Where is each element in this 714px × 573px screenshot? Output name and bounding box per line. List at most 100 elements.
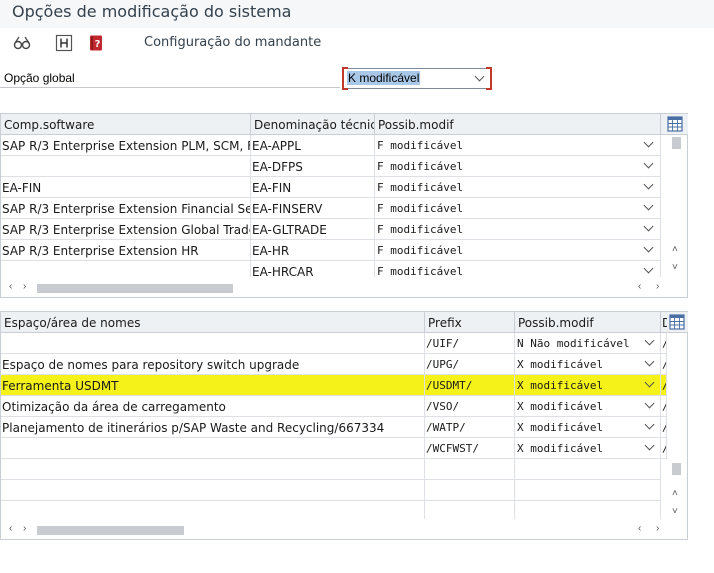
chevron-down-icon: [644, 335, 655, 346]
scroll-left-icon[interactable]: ‹: [9, 524, 12, 534]
focus-bracket-left: [342, 67, 348, 90]
chevron-down-icon: [643, 242, 654, 253]
title-bar: Opções de modificação do sistema: [0, 0, 714, 28]
scroll-down-icon[interactable]: ˅: [672, 507, 678, 517]
chevron-down-icon: [643, 158, 654, 169]
table-cell-tech[interactable]: EA-DFPS: [251, 156, 375, 177]
chevron-down-icon: [644, 356, 655, 367]
column-header-prefix[interactable]: Prefix: [425, 312, 515, 333]
scroll-right-icon[interactable]: ›: [656, 524, 659, 534]
table-cell-tech[interactable]: EA-HR: [251, 240, 375, 261]
table-cell-prefix[interactable]: /UPG/: [425, 354, 515, 375]
table-cell-comp[interactable]: [1, 156, 251, 177]
table-cell-prefix[interactable]: /VSO/: [425, 396, 515, 417]
mod-select-value: X modificável: [517, 358, 604, 371]
vertical-scrollbar[interactable]: ˄ ˅: [667, 135, 687, 274]
scroll-up-icon[interactable]: ˄: [672, 245, 678, 255]
column-header-namespace[interactable]: Espaço/área de nomes: [1, 312, 425, 333]
table-cell-tech[interactable]: EA-FINSERV: [251, 198, 375, 219]
table-settings-icon[interactable]: [667, 116, 683, 132]
mod-select[interactable]: F modificável: [375, 156, 661, 177]
mod-select-value: F modificável: [377, 244, 464, 257]
vertical-scrollbar[interactable]: ˄ ˅: [667, 333, 687, 518]
table-cell-tech[interactable]: EA-APPL: [251, 135, 375, 156]
help-book-icon[interactable]: ?: [85, 32, 107, 54]
column-header-comp[interactable]: Comp.software: [1, 114, 251, 135]
table-settings-header: [667, 312, 688, 333]
mod-select-value: X modificável: [517, 421, 604, 434]
global-option-select[interactable]: K modificável: [342, 67, 492, 90]
table-cell-empty: [425, 480, 515, 501]
mod-select-value: F modificável: [377, 202, 464, 215]
mod-select[interactable]: X modificável: [515, 438, 661, 459]
chevron-down-icon: [644, 377, 655, 388]
mod-select-value: N Não modificável: [517, 337, 630, 350]
mod-select[interactable]: N Não modificável: [515, 333, 661, 354]
table-cell-namespace[interactable]: Espaço de nomes para repository switch u…: [1, 354, 425, 375]
mod-select[interactable]: X modificável: [515, 375, 661, 396]
table-cell-namespace[interactable]: [1, 333, 425, 354]
chevron-down-icon: [643, 137, 654, 148]
table-cell-empty: [515, 480, 661, 501]
table-cell-namespace[interactable]: Ferramenta USDMT: [1, 375, 425, 396]
focus-bracket-right: [486, 67, 492, 90]
global-option-value: K modificável: [347, 71, 421, 85]
glasses-icon[interactable]: [11, 32, 33, 54]
mod-select[interactable]: F modificável: [375, 240, 661, 261]
chevron-down-icon: [643, 200, 654, 211]
table-cell-prefix[interactable]: /USDMT/: [425, 375, 515, 396]
table-cell-namespace[interactable]: Otimização da área de carregamento: [1, 396, 425, 417]
namespace-table: Espaço/área de nomes Prefix Possib.modif…: [0, 311, 688, 540]
column-header-tech[interactable]: Denominação técnica: [251, 114, 375, 135]
scroll-up-icon[interactable]: ˄: [672, 489, 678, 499]
mod-select-value: F modificável: [377, 160, 464, 173]
table-cell-prefix[interactable]: /UIF/: [425, 333, 515, 354]
table-cell-tech[interactable]: EA-GLTRADE: [251, 219, 375, 240]
scroll-down-icon[interactable]: ˅: [672, 263, 678, 273]
chevron-down-icon: [643, 263, 654, 274]
table-settings-icon[interactable]: [669, 314, 685, 330]
mod-select[interactable]: F modificável: [375, 135, 661, 156]
scroll-thumb[interactable]: [672, 137, 681, 149]
horizontal-scrollbar[interactable]: ‹ › ‹ ›: [1, 277, 687, 297]
scroll-right-icon[interactable]: ›: [23, 282, 26, 292]
table-cell-prefix[interactable]: /WATP/: [425, 417, 515, 438]
scroll-right-icon[interactable]: ›: [656, 282, 659, 292]
mod-select[interactable]: F modificável: [375, 219, 661, 240]
chevron-down-icon: [644, 419, 655, 430]
scroll-right-icon[interactable]: ›: [23, 524, 26, 534]
svg-text:?: ?: [95, 39, 101, 50]
table-cell-comp[interactable]: SAP R/3 Enterprise Extension PLM, SCM, F…: [1, 135, 251, 156]
chevron-down-icon: [643, 221, 654, 232]
table-cell-comp[interactable]: SAP R/3 Enterprise Extension Global Trad…: [1, 219, 251, 240]
table-cell-empty: [1, 480, 425, 501]
client-config-button[interactable]: Configuração do mandante: [144, 35, 321, 50]
scroll-left-icon[interactable]: ‹: [9, 282, 12, 292]
h-scroll-thumb[interactable]: [37, 284, 233, 293]
mod-select[interactable]: X modificável: [515, 396, 661, 417]
table-cell-prefix[interactable]: /WCFWST/: [425, 438, 515, 459]
mod-select[interactable]: F modificável: [375, 177, 661, 198]
horizontal-scrollbar[interactable]: ‹ › ‹ ›: [1, 519, 687, 539]
mod-select[interactable]: F modificável: [375, 198, 661, 219]
toolbar: ? Configuração do mandante: [0, 28, 714, 60]
mod-select-value: F modificável: [377, 181, 464, 194]
table-cell-comp[interactable]: SAP R/3 Enterprise Extension HR: [1, 240, 251, 261]
scroll-left-icon[interactable]: ‹: [638, 282, 641, 292]
window-title: Opções de modificação do sistema: [12, 2, 292, 21]
chevron-down-icon: [644, 398, 655, 409]
table-cell-namespace[interactable]: Planejamento de itinerários p/SAP Waste …: [1, 417, 425, 438]
scroll-thumb[interactable]: [672, 463, 681, 475]
table-cell-comp[interactable]: EA-FIN: [1, 177, 251, 198]
scroll-left-icon[interactable]: ‹: [638, 524, 641, 534]
table-cell-tech[interactable]: EA-FIN: [251, 177, 375, 198]
table-cell-comp[interactable]: SAP R/3 Enterprise Extension Financial S…: [1, 198, 251, 219]
table-cell-namespace[interactable]: [1, 438, 425, 459]
column-header-mod[interactable]: Possib.modif: [515, 312, 661, 333]
h-icon[interactable]: [53, 32, 75, 54]
table-cell-empty: [1, 459, 425, 480]
column-header-mod[interactable]: Possib.modif: [375, 114, 661, 135]
mod-select[interactable]: X modificável: [515, 354, 661, 375]
mod-select[interactable]: X modificável: [515, 417, 661, 438]
h-scroll-thumb[interactable]: [37, 526, 184, 535]
